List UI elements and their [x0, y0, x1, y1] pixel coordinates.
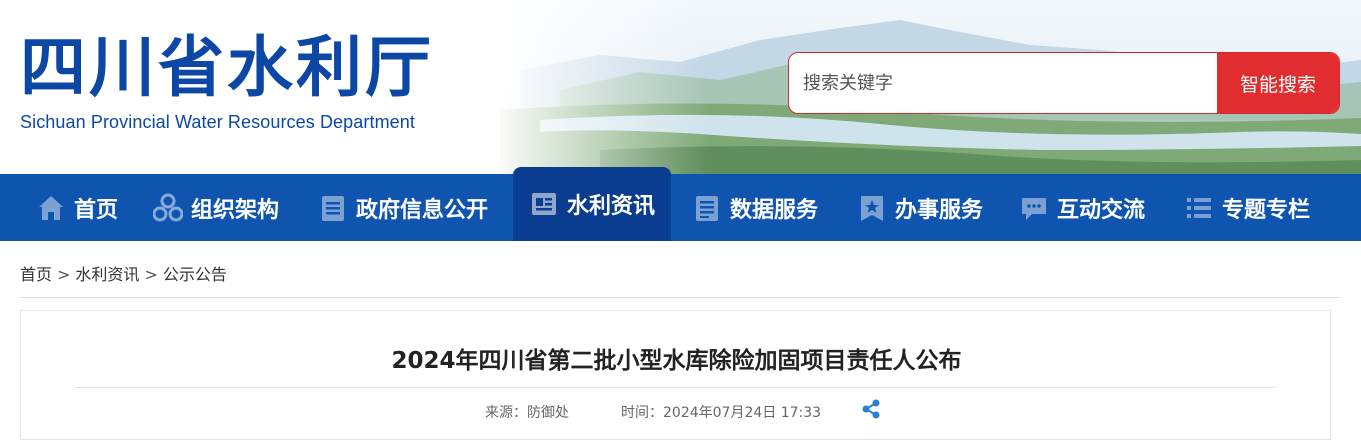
chat-icon — [1022, 197, 1046, 220]
breadcrumb-home[interactable]: 首页 — [20, 265, 52, 284]
nav-item-label: 水利资讯 — [567, 194, 656, 219]
home-icon — [39, 195, 63, 220]
nav-item-label: 专题专栏 — [1222, 197, 1311, 223]
star-badge-icon — [861, 195, 883, 221]
document-list-icon — [322, 195, 344, 221]
nav-item-affairs-services[interactable]: 办事服务 — [857, 174, 983, 241]
breadcrumb-water-news[interactable]: 水利资讯 — [75, 265, 139, 284]
search-input[interactable] — [789, 53, 1219, 113]
nav-item-interaction[interactable]: 互动交流 — [1019, 174, 1145, 241]
main-nav: 首页 组织架构 政府信息公开 水利资讯 数据服务 办事服务 互动交流 专题专栏 — [0, 167, 1361, 241]
data-icon — [696, 195, 718, 221]
nav-item-label: 办事服务 — [895, 197, 984, 223]
article-title: 2024年四川省第二批小型水库除险加固项目责任人公布 — [391, 348, 962, 374]
search-bar: 智能搜索 — [788, 52, 1340, 114]
title-divider — [75, 387, 1276, 388]
smart-search-button[interactable]: 智能搜索 — [1217, 53, 1339, 113]
nav-item-gov-info[interactable]: 政府信息公开 — [318, 174, 488, 241]
nav-item-label: 数据服务 — [730, 197, 819, 223]
breadcrumb-separator: > — [144, 265, 158, 284]
list-icon — [1187, 197, 1211, 218]
article-panel: 2024年四川省第二批小型水库除险加固项目责任人公布 来源：防御处 时间：202… — [20, 310, 1331, 440]
breadcrumb: 首页 > 水利资讯 > 公示公告 — [20, 261, 227, 285]
nav-item-label: 政府信息公开 — [356, 197, 489, 223]
nav-item-organization[interactable]: 组织架构 — [153, 174, 279, 241]
site-logo-english: Sichuan Provincial Water Resources Depar… — [20, 112, 415, 132]
nav-item-special-topics[interactable]: 专题专栏 — [1184, 174, 1310, 241]
site-logo-chinese[interactable]: 四川省水利厅 — [20, 30, 434, 106]
share-icon[interactable] — [860, 398, 882, 420]
breadcrumb-separator: > — [57, 265, 71, 284]
nav-item-water-news[interactable]: 水利资讯 — [513, 167, 672, 241]
nav-item-label: 组织架构 — [191, 197, 280, 223]
news-icon — [532, 193, 556, 215]
nav-item-label: 首页 — [74, 197, 119, 223]
org-icon — [153, 193, 183, 221]
site-header: 四川省水利厅 Sichuan Provincial Water Resource… — [0, 0, 1361, 174]
article-source: 来源：防御处 — [485, 405, 569, 421]
nav-item-label: 互动交流 — [1057, 197, 1146, 223]
nav-item-data-services[interactable]: 数据服务 — [692, 174, 818, 241]
breadcrumb-announcements[interactable]: 公示公告 — [163, 265, 227, 284]
nav-item-home[interactable]: 首页 — [36, 174, 118, 241]
breadcrumb-divider — [20, 297, 1340, 298]
article-time: 时间：2024年07月24日 17:33 — [621, 405, 822, 421]
